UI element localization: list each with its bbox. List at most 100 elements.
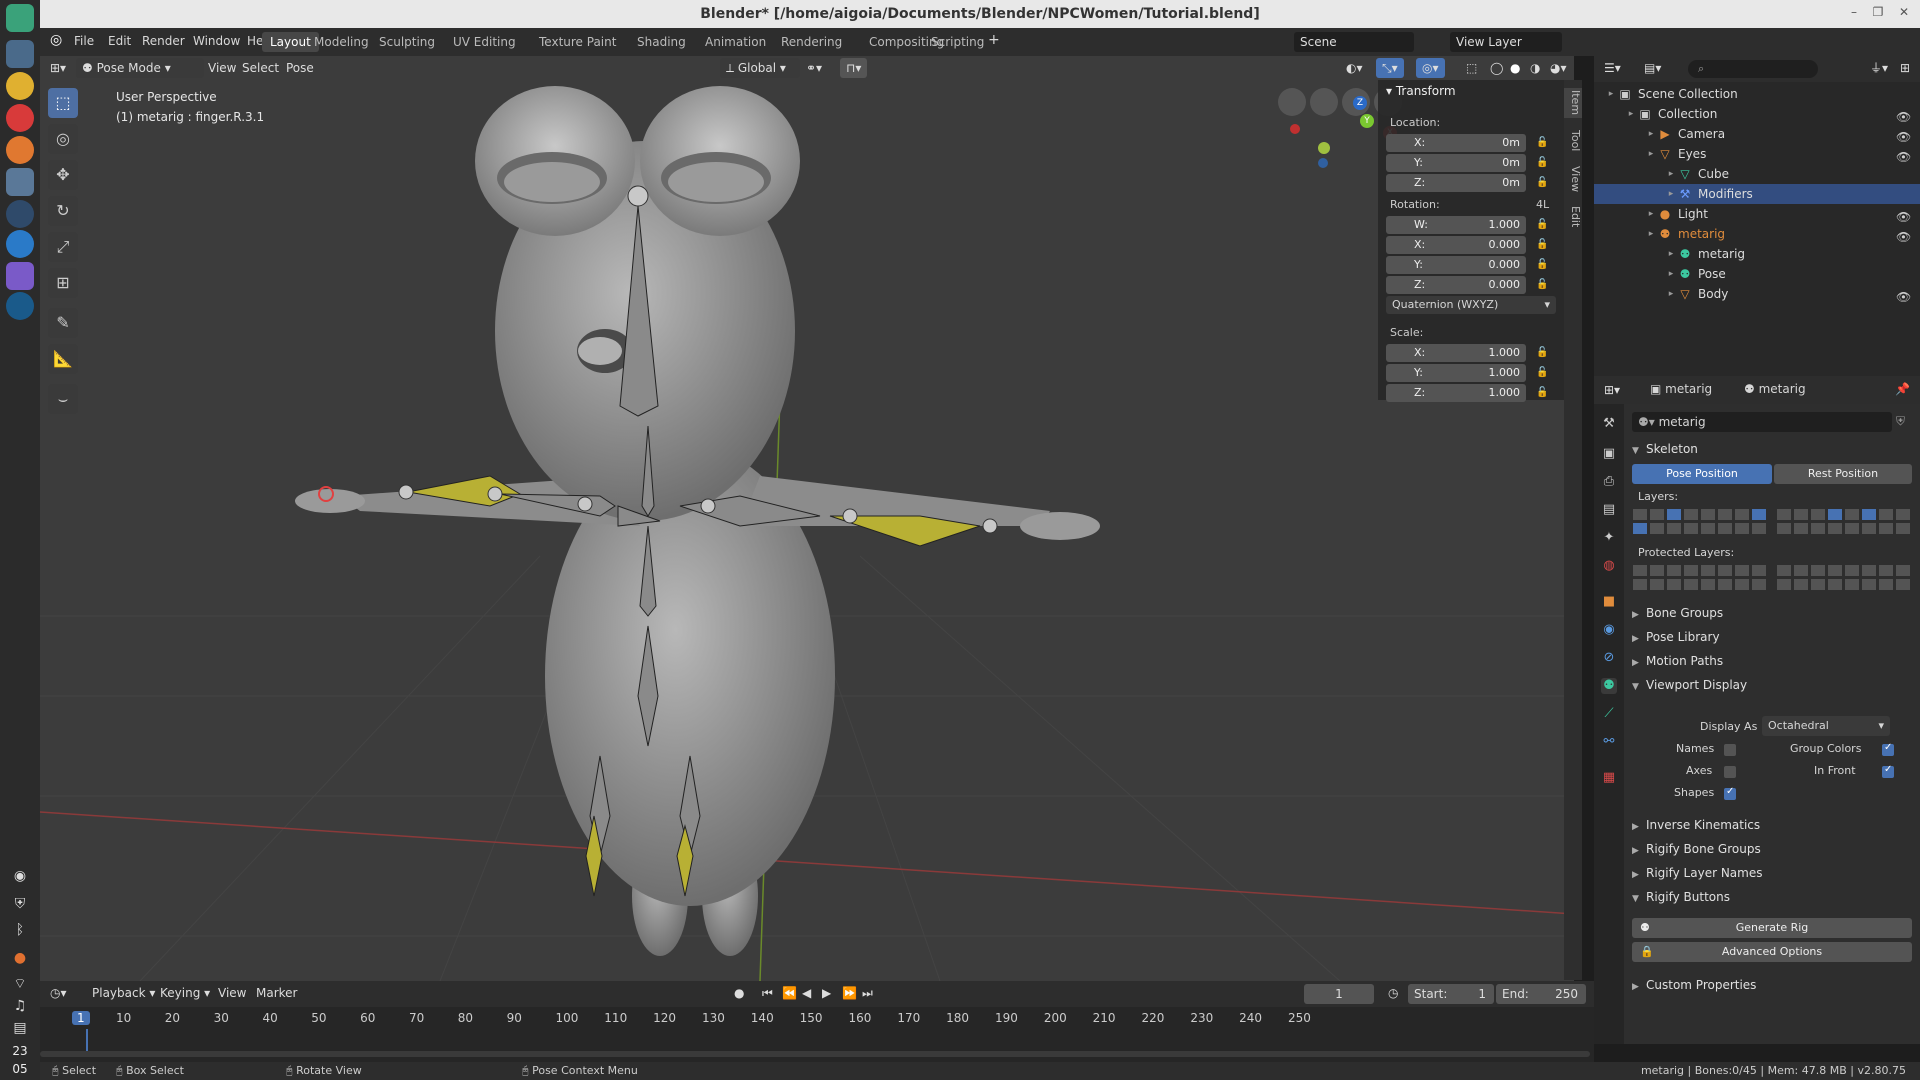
editor-type-icon[interactable]: ⊞▾ bbox=[44, 58, 72, 78]
timeline-view-menu[interactable]: View bbox=[212, 983, 252, 1003]
mode-selector[interactable]: ⚉ Pose Mode ▾ bbox=[76, 58, 204, 78]
visibility-eye-icon[interactable]: 👁 bbox=[1896, 107, 1911, 124]
shading-render-icon[interactable]: ◕▾ bbox=[1544, 58, 1573, 78]
lock-icon[interactable]: 🔓 bbox=[1536, 387, 1548, 399]
lock-icon[interactable]: 🔓 bbox=[1536, 157, 1548, 169]
outliner-row[interactable]: ▸ ▶ Camera 👁 bbox=[1594, 124, 1920, 144]
layer-cell[interactable] bbox=[1861, 522, 1877, 535]
lock-icon[interactable]: 🔓 bbox=[1536, 259, 1548, 271]
layer-cell[interactable] bbox=[1776, 578, 1792, 591]
overlay-toggle-icon[interactable]: ◎▾ bbox=[1416, 58, 1445, 78]
move-tool-button[interactable]: ✥ bbox=[48, 160, 78, 190]
layer-cell[interactable] bbox=[1751, 522, 1767, 535]
breadcrumb-armature[interactable]: ⚉ metarig bbox=[1744, 382, 1806, 396]
layer-cell[interactable] bbox=[1793, 522, 1809, 535]
gizmo-toggle-icon[interactable]: ⤡▾ bbox=[1376, 58, 1404, 78]
layer-cell[interactable] bbox=[1776, 522, 1792, 535]
workspace-tab-uv-editing[interactable]: UV Editing bbox=[445, 32, 524, 52]
sidebar-tab-tool[interactable]: Tool bbox=[1564, 126, 1582, 156]
clipboard-icon[interactable]: ▤ bbox=[12, 1020, 28, 1036]
outliner-row[interactable]: ▸ ⚉ metarig bbox=[1594, 244, 1920, 264]
pose-position-button[interactable]: Pose Position bbox=[1632, 464, 1772, 484]
firefox-tray-icon[interactable]: ● bbox=[12, 950, 28, 966]
layer-cell[interactable] bbox=[1683, 522, 1699, 535]
lock-icon[interactable]: 🔓 bbox=[1536, 239, 1548, 251]
vscode-icon[interactable] bbox=[6, 230, 34, 258]
minimize-icon[interactable]: – bbox=[1846, 4, 1862, 20]
layer-cell[interactable] bbox=[1776, 508, 1792, 521]
rigify-bone-groups-section[interactable]: ▶ Rigify Bone Groups bbox=[1632, 838, 1912, 860]
display-as-dropdown[interactable]: Octahedral ▾ bbox=[1762, 716, 1890, 736]
layer-cell[interactable] bbox=[1844, 508, 1860, 521]
timeline-editor-icon[interactable]: ◷▾ bbox=[44, 983, 73, 1003]
layer-cell[interactable] bbox=[1734, 522, 1750, 535]
shield-tray-icon[interactable]: ⛨ bbox=[12, 896, 28, 912]
layer-cell[interactable] bbox=[1632, 508, 1648, 521]
layer-cell[interactable] bbox=[1649, 564, 1665, 577]
layer-cell[interactable] bbox=[1861, 508, 1877, 521]
lock-icon[interactable]: 🔓 bbox=[1536, 177, 1548, 189]
layer-cell[interactable] bbox=[1649, 522, 1665, 535]
chrome-icon[interactable] bbox=[6, 72, 34, 100]
physics-tab-icon[interactable]: ◉ bbox=[1601, 622, 1617, 638]
blender-logo-icon[interactable]: ◎ bbox=[50, 32, 62, 48]
visibility-eye-icon[interactable]: 👁 bbox=[1896, 287, 1911, 304]
scale-z-field[interactable]: Z: 1.000 bbox=[1386, 384, 1526, 402]
viewport-display-section[interactable]: ▼ Viewport Display bbox=[1632, 674, 1912, 696]
visual-studio-icon[interactable] bbox=[6, 262, 34, 290]
layer-cell[interactable] bbox=[1810, 564, 1826, 577]
layer-cell[interactable] bbox=[1878, 578, 1894, 591]
layer-cell[interactable] bbox=[1734, 564, 1750, 577]
expand-arrow-icon[interactable]: ▸ bbox=[1644, 207, 1658, 221]
fake-user-icon[interactable]: ⛨ bbox=[1896, 414, 1912, 430]
folder-icon[interactable] bbox=[6, 168, 34, 196]
timeline-scrollbar[interactable] bbox=[40, 1051, 1590, 1057]
workspace-tab-texture-paint[interactable]: Texture Paint bbox=[531, 32, 624, 52]
layer-cell[interactable] bbox=[1751, 508, 1767, 521]
layer-cell[interactable] bbox=[1700, 508, 1716, 521]
marker-menu[interactable]: Marker bbox=[250, 983, 303, 1003]
layer-cell[interactable] bbox=[1700, 578, 1716, 591]
expand-arrow-icon[interactable]: ▸ bbox=[1664, 187, 1678, 201]
layer-cell[interactable] bbox=[1683, 508, 1699, 521]
current-frame-field[interactable]: 1 bbox=[1304, 984, 1374, 1004]
chat-app-icon[interactable] bbox=[6, 4, 34, 32]
workspace-tab-modeling[interactable]: Modeling bbox=[306, 32, 377, 52]
expand-arrow-icon[interactable]: ▸ bbox=[1664, 287, 1678, 301]
expand-arrow-icon[interactable]: ▸ bbox=[1644, 127, 1658, 141]
scale-tool-button[interactable]: ⤢ bbox=[48, 232, 78, 262]
gizmo-y[interactable]: Y bbox=[1360, 114, 1374, 128]
layer-cell[interactable] bbox=[1895, 564, 1911, 577]
transform-tool-button[interactable]: ⊞ bbox=[48, 268, 78, 298]
lock-icon[interactable]: 🔓 bbox=[1536, 279, 1548, 291]
layer-cell[interactable] bbox=[1632, 578, 1648, 591]
expand-arrow-icon[interactable]: ▸ bbox=[1664, 267, 1678, 281]
location-z-field[interactable]: Z: 0m bbox=[1386, 174, 1526, 192]
layer-cell[interactable] bbox=[1700, 564, 1716, 577]
orientation-selector[interactable]: ⟂ Global ▾ bbox=[720, 58, 800, 78]
layer-cell[interactable] bbox=[1776, 564, 1792, 577]
bone-groups-section[interactable]: ▶ Bone Groups bbox=[1632, 602, 1912, 624]
expand-arrow-icon[interactable]: ▸ bbox=[1644, 147, 1658, 161]
tool-tab-icon[interactable]: ⚒ bbox=[1601, 416, 1617, 432]
rotation-y-field[interactable]: Y: 0.000 bbox=[1386, 256, 1526, 274]
layer-cell[interactable] bbox=[1810, 508, 1826, 521]
output-tab-icon[interactable]: ⎙ bbox=[1601, 474, 1617, 490]
layer-cell[interactable] bbox=[1683, 564, 1699, 577]
workspace-tab-animation[interactable]: Animation bbox=[697, 32, 774, 52]
pivot-icon[interactable]: ⚭▾ bbox=[800, 58, 828, 78]
gizmo-neg-x[interactable] bbox=[1290, 124, 1300, 134]
jump-end-icon[interactable]: ⏭ bbox=[856, 983, 879, 1003]
scale-y-field[interactable]: Y: 1.000 bbox=[1386, 364, 1526, 382]
rotation-mode-dropdown[interactable]: Quaternion (WXYZ) ▾ bbox=[1386, 296, 1556, 314]
start-frame-field[interactable]: Start: 1 bbox=[1408, 984, 1494, 1004]
custom-properties-section[interactable]: ▶ Custom Properties bbox=[1632, 974, 1912, 996]
timeline-area[interactable]: 1 10 20 30 40 50 60 70 80 90 100 110 120 130 140 150 160… bbox=[40, 1007, 1594, 1062]
sidebar-tab-item[interactable]: Item bbox=[1564, 88, 1582, 118]
protected-layers-grid[interactable] bbox=[1632, 564, 1912, 594]
expand-arrow-icon[interactable]: ▸ bbox=[1644, 227, 1658, 241]
filter-icon[interactable]: ⏚▾ bbox=[1864, 58, 1894, 78]
menu-render[interactable]: Render bbox=[142, 34, 185, 48]
layer-cell[interactable] bbox=[1810, 522, 1826, 535]
record-icon[interactable]: ● bbox=[728, 983, 750, 1003]
